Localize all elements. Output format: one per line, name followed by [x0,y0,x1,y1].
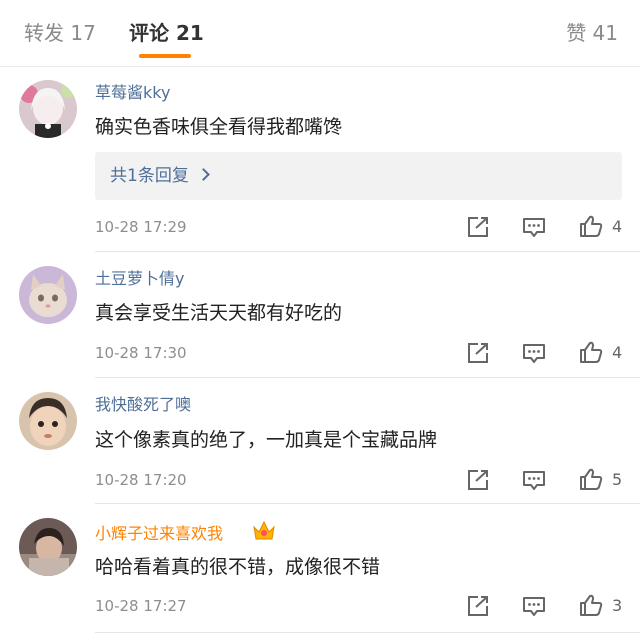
comment-tabs: 转发 17 评论 21 赞 41 [0,0,640,66]
thumbs-up-icon[interactable] [578,467,604,491]
thumbs-up-icon[interactable] [578,593,604,617]
share-icon[interactable] [465,468,491,492]
thumbs-up-icon[interactable] [578,214,604,238]
tab-comments[interactable]: 评论 21 [129,20,204,46]
comment-time: 10-28 17:27 [95,597,187,615]
view-replies-label: 共1条回复 [110,166,189,186]
avatar[interactable] [19,266,77,324]
comment-item: 小辉子过来喜欢我 哈哈看着真的很不错，成像很不错 10-28 17:27 3 [0,504,640,636]
comment-time: 10-28 17:20 [95,471,187,489]
share-icon[interactable] [465,594,491,618]
comment-text: 哈哈看着真的很不错，成像很不错 [95,556,381,578]
active-tab-indicator [139,54,191,58]
thumbs-up-icon[interactable] [578,340,604,364]
comment-text: 确实色香味俱全看得我都嘴馋 [95,116,343,138]
comment-icon[interactable] [521,468,547,492]
comment-divider [95,632,640,633]
avatar[interactable] [19,80,77,138]
comment-icon[interactable] [521,215,547,239]
comment-time: 10-28 17:30 [95,344,187,362]
tab-repost[interactable]: 转发 17 [24,20,96,46]
username[interactable]: 小辉子过来喜欢我 [95,524,223,544]
username[interactable]: 我快酸死了噢 [95,395,191,415]
avatar[interactable] [19,392,77,450]
like-count: 3 [612,596,623,615]
comment-text: 真会享受生活天天都有好吃的 [95,302,343,324]
like-count: 5 [612,470,623,489]
comment-icon[interactable] [521,594,547,618]
comment-text: 这个像素真的绝了，一加真是个宝藏品牌 [95,429,438,451]
avatar[interactable] [19,518,77,576]
reply-summary-box[interactable]: 共1条回复 [95,152,622,200]
share-icon[interactable] [465,341,491,365]
comment-item: 草莓酱kky 确实色香味俱全看得我都嘴馋 共1条回复 10-28 17:29 4 [0,67,640,252]
comment-icon[interactable] [521,341,547,365]
like-count: 4 [612,343,623,362]
share-icon[interactable] [465,215,491,239]
comment-item: 我快酸死了噢 这个像素真的绝了，一加真是个宝藏品牌 10-28 17:20 5 [0,378,640,504]
tab-likes[interactable]: 赞 41 [566,20,618,46]
chevron-right-icon [196,168,210,181]
comment-item: 土豆萝卜倩y 真会享受生活天天都有好吃的 10-28 17:30 4 [0,252,640,378]
like-count: 4 [612,217,623,236]
view-replies-link[interactable]: 共1条回复 [110,165,210,187]
comment-time: 10-28 17:29 [95,218,187,236]
crown-icon [253,520,275,540]
username[interactable]: 草莓酱kky [95,83,170,103]
username[interactable]: 土豆萝卜倩y [95,269,184,289]
